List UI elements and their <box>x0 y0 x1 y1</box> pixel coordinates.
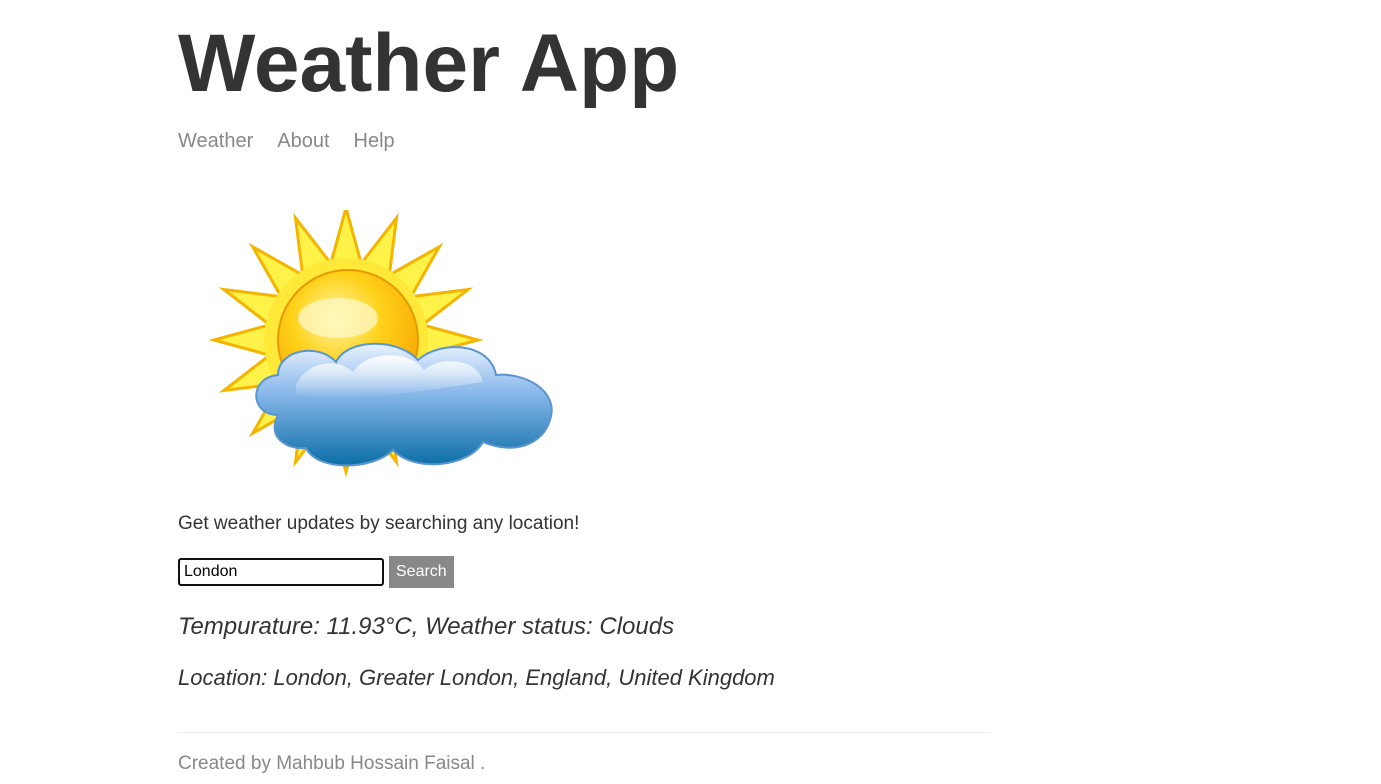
search-form: Search <box>178 556 454 588</box>
footer-credit: Created by Mahbub Hossain Faisal . <box>178 753 486 774</box>
tagline: Get weather updates by searching any loc… <box>178 513 580 534</box>
nav-about-link[interactable]: About <box>277 128 329 154</box>
location-search-input[interactable] <box>178 558 384 586</box>
location-message: Location: London, Greater London, Englan… <box>178 665 775 690</box>
nav-help-link[interactable]: Help <box>354 128 395 154</box>
search-button[interactable]: Search <box>389 556 454 588</box>
app-title: Weather App <box>178 18 680 109</box>
nav-weather-link[interactable]: Weather <box>178 128 253 154</box>
footer-divider <box>178 732 990 733</box>
main-nav: Weather About Help <box>178 128 395 154</box>
sun-behind-cloud-icon <box>208 210 553 478</box>
sun-highlight <box>298 298 378 338</box>
cloud <box>255 342 553 467</box>
page: Weather App Weather About Help Get weath… <box>0 0 1381 784</box>
forecast-message: Tempurature: 11.93°C, Weather status: Cl… <box>178 613 675 640</box>
